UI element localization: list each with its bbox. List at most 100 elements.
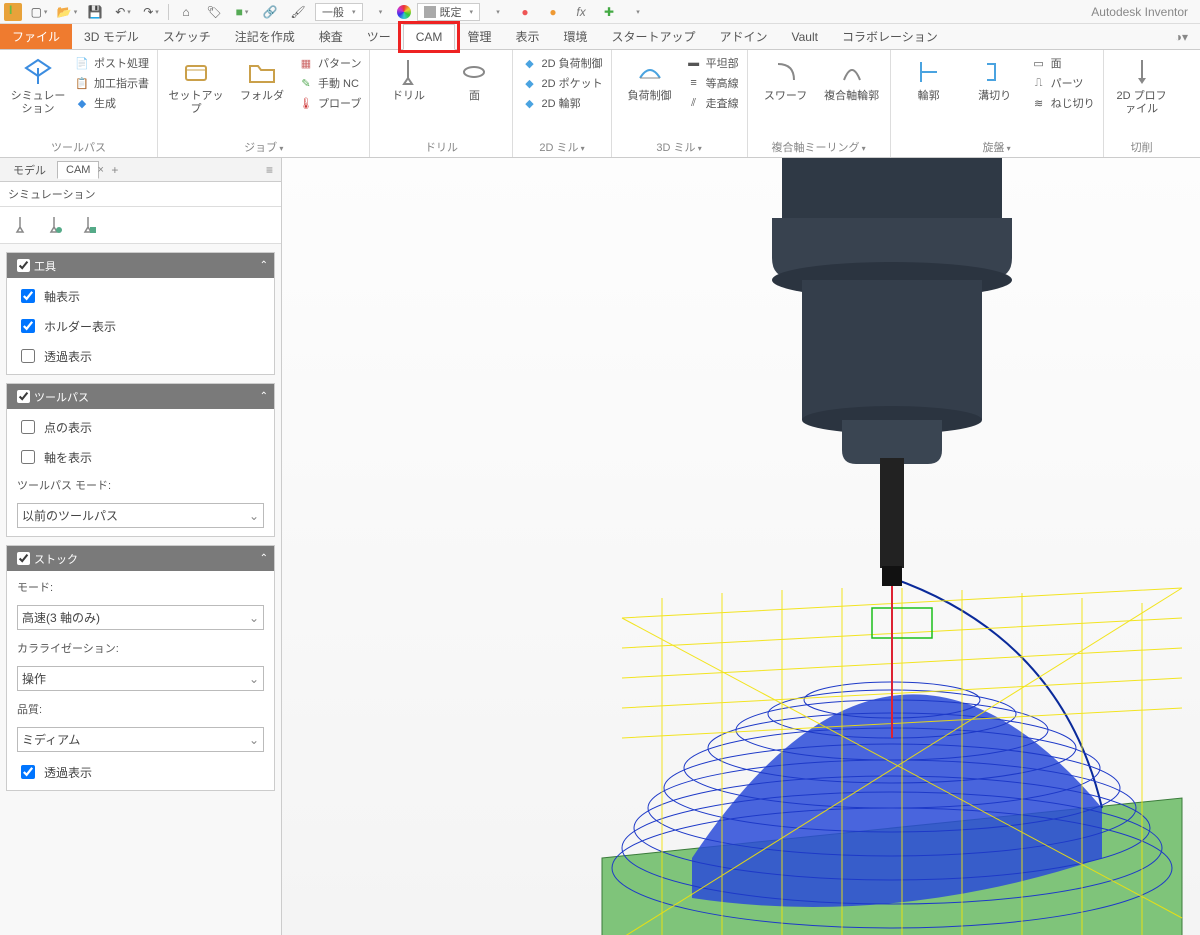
- qat-dropdown-2[interactable]: [486, 3, 508, 21]
- bore-icon: [458, 56, 490, 88]
- qat-fx-button[interactable]: fx: [570, 3, 592, 21]
- panel-tab-model[interactable]: モデル: [4, 159, 55, 181]
- stock-quality-select[interactable]: ミディアム: [17, 727, 264, 752]
- tool-holder-row[interactable]: ホルダー表示: [17, 316, 264, 336]
- qat-link-button[interactable]: 🔗: [259, 3, 281, 21]
- tool-transparent-check[interactable]: [21, 349, 35, 363]
- tab-addin[interactable]: アドイン: [708, 24, 780, 49]
- turn-profile-button[interactable]: 輪郭: [899, 54, 959, 103]
- tab-manage[interactable]: 管理: [455, 24, 503, 49]
- stock-transparent-row[interactable]: 透過表示: [17, 762, 264, 782]
- tab-inspect[interactable]: 検査: [307, 24, 355, 49]
- toolpath-points-check[interactable]: [21, 420, 35, 434]
- tab-addin-label: アドイン: [720, 28, 768, 45]
- toolpath-points-row[interactable]: 点の表示: [17, 417, 264, 437]
- stock-mode-select[interactable]: 高速(3 軸のみ): [17, 605, 264, 630]
- stock-transparent-check[interactable]: [21, 765, 35, 779]
- qat-blob1-icon[interactable]: ●: [514, 3, 536, 21]
- qat-open-button[interactable]: 📂: [56, 3, 78, 21]
- qat-new-button[interactable]: ▢: [28, 3, 50, 21]
- tab-startup[interactable]: スタートアップ: [599, 24, 707, 49]
- qat-blob2-icon[interactable]: ●: [542, 3, 564, 21]
- qat-overflow-button[interactable]: [626, 3, 648, 21]
- appearance-sphere-icon[interactable]: [397, 5, 411, 19]
- stock-color-select[interactable]: 操作: [17, 666, 264, 691]
- contour2d-button[interactable]: ◆2D 輪郭: [521, 94, 602, 112]
- group-job-title[interactable]: ジョブ: [166, 137, 361, 155]
- pattern-button[interactable]: ▦パターン: [298, 54, 361, 72]
- qat-save-button[interactable]: 💾: [84, 3, 106, 21]
- sim-toolpath-icon[interactable]: [42, 213, 66, 237]
- tool-holder-check[interactable]: [21, 319, 35, 333]
- parallel-button[interactable]: ⫽走査線: [686, 94, 739, 112]
- qat-undo-button[interactable]: ↶: [112, 3, 134, 21]
- postprocess-button[interactable]: 📄ポスト処理: [74, 54, 149, 72]
- section-tool-header[interactable]: 工具 ⌃: [7, 253, 274, 278]
- qat-appearance-combo[interactable]: 既定: [417, 3, 481, 21]
- toolpath-axis-row[interactable]: 軸を表示: [17, 447, 264, 467]
- profile2d-button[interactable]: 2D プロファイル: [1112, 54, 1172, 116]
- tab-visibility-button[interactable]: ◑▾: [1175, 24, 1200, 49]
- tab-tool[interactable]: ツー: [355, 24, 403, 49]
- tab-annotate[interactable]: 注記を作成: [223, 24, 307, 49]
- adaptive-button[interactable]: 負荷制御: [620, 54, 680, 103]
- qat-paint-button[interactable]: 🖌: [287, 3, 309, 21]
- 3d-canvas[interactable]: [282, 158, 1200, 935]
- adaptive2d-button[interactable]: ◆2D 負荷制御: [521, 54, 602, 72]
- sim-stock-icon[interactable]: [76, 213, 100, 237]
- turn-groove-button[interactable]: 溝切り: [965, 54, 1025, 103]
- flat-button[interactable]: ▬平坦部: [686, 54, 739, 72]
- generate-button[interactable]: ◆生成: [74, 94, 149, 112]
- qat-redo-button[interactable]: ↷: [140, 3, 162, 21]
- turn-thread-button[interactable]: ≋ねじ切り: [1031, 94, 1095, 112]
- toolpath-mode-select[interactable]: 以前のツールパス: [17, 503, 264, 528]
- simulation-button[interactable]: シミュレーション: [8, 54, 68, 116]
- setup-button[interactable]: セットアップ: [166, 54, 226, 116]
- qat-style-combo[interactable]: 一般: [315, 3, 363, 21]
- section-tool-check[interactable]: [17, 259, 30, 272]
- section-toolpath-check[interactable]: [17, 390, 30, 403]
- toolpath-axis-check[interactable]: [21, 450, 35, 464]
- qat-material-button[interactable]: ■: [231, 3, 253, 21]
- contour-button[interactable]: ≡等高線: [686, 74, 739, 92]
- group-multiaxis-title[interactable]: 複合軸ミーリング: [756, 137, 882, 155]
- tab-vault[interactable]: Vault: [780, 24, 830, 49]
- group-lathe-title[interactable]: 旋盤: [899, 137, 1095, 155]
- qat-dropdown[interactable]: [369, 3, 391, 21]
- group-2dmill-title[interactable]: 2D ミル: [521, 137, 602, 155]
- tab-file[interactable]: ファイル: [0, 24, 72, 49]
- pocket2d-button[interactable]: ◆2D ポケット: [521, 74, 602, 92]
- manualnc-button[interactable]: ✎手動 NC: [298, 74, 361, 92]
- group-3dmill-title[interactable]: 3D ミル: [620, 137, 739, 155]
- probe-button[interactable]: 🌡プローブ: [298, 94, 361, 112]
- swarf-button[interactable]: スワーフ: [756, 54, 816, 103]
- tab-env[interactable]: 環境: [551, 24, 599, 49]
- tab-3dmodel[interactable]: 3D モデル: [72, 24, 151, 49]
- section-toolpath-header[interactable]: ツールパス ⌃: [7, 384, 274, 409]
- panel-tab-add[interactable]: +: [106, 163, 124, 177]
- qat-home-button[interactable]: ⌂: [175, 3, 197, 21]
- turn-part-button[interactable]: ⎍パーツ: [1031, 74, 1095, 92]
- multiaxis-button[interactable]: 複合軸輪郭: [822, 54, 882, 103]
- section-stock-check[interactable]: [17, 552, 30, 565]
- folder-button[interactable]: フォルダ: [232, 54, 292, 103]
- bore-button[interactable]: 面: [444, 54, 504, 103]
- turn-face-button[interactable]: ▭面: [1031, 54, 1095, 72]
- sim-tool-icon[interactable]: [8, 213, 32, 237]
- tool-axis-check[interactable]: [21, 289, 35, 303]
- tool-axis-row[interactable]: 軸表示: [17, 286, 264, 306]
- panel-tab-cam[interactable]: CAM: [57, 161, 99, 179]
- tool-transparent-row[interactable]: 透過表示: [17, 346, 264, 366]
- tab-sketch[interactable]: スケッチ: [151, 24, 223, 49]
- drill-button[interactable]: ドリル: [378, 54, 438, 103]
- qat-style-value: 一般: [322, 4, 344, 20]
- setupsheet-button[interactable]: 📋加工指示書: [74, 74, 149, 92]
- panel-menu-button[interactable]: ≡: [262, 163, 277, 177]
- tab-collab[interactable]: コラボレーション: [830, 24, 950, 49]
- tab-view[interactable]: 表示: [503, 24, 551, 49]
- qat-plus-button[interactable]: ✚: [598, 3, 620, 21]
- qat-tag-button[interactable]: 🏷: [203, 3, 225, 21]
- tab-cam[interactable]: CAM: [403, 24, 456, 50]
- panel-tab-close[interactable]: ×: [97, 164, 103, 176]
- section-stock-header[interactable]: ストック ⌃: [7, 546, 274, 571]
